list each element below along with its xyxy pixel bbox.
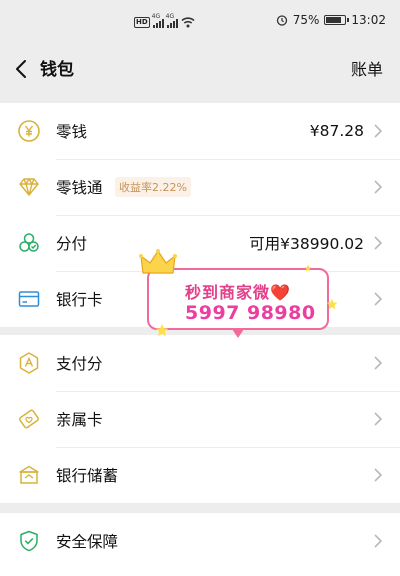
fenfu-icon [19, 233, 39, 252]
row-change[interactable]: 零钱 ¥87.28 [0, 103, 400, 159]
security-label: 安全保障 [56, 533, 119, 551]
row-security[interactable]: 安全保障 [0, 513, 400, 569]
bank-card-label: 银行卡 [56, 291, 103, 309]
battery-icon [324, 15, 350, 25]
row-savings[interactable]: 银行储蓄 [0, 447, 400, 503]
pay-score-icon [19, 352, 39, 374]
family-card-icon [19, 409, 39, 429]
pay-score-label: 支付分 [56, 355, 103, 373]
status-icons-left: HD 4G 4G [134, 13, 195, 28]
licaitong-label: 零钱通 [56, 179, 103, 197]
status-bar: HD 4G 4G 75% 13:02 [0, 0, 400, 40]
clock: 13:02 [351, 13, 386, 27]
diamond-icon [19, 178, 39, 196]
battery-percent: 75% [292, 13, 320, 27]
promo-banner: 秒到商家微❤️ 5997 98980 [147, 268, 329, 330]
yen-coin-icon [18, 120, 40, 142]
back-arrow-icon[interactable] [10, 57, 34, 81]
sparkle-star-icon [155, 323, 169, 337]
bill-button[interactable]: 账单 [351, 40, 383, 100]
change-label: 零钱 [56, 123, 88, 141]
signal-icon: 4G [152, 13, 164, 28]
row-family-card[interactable]: 亲属卡 [0, 391, 400, 447]
signal-icon-2: 4G [166, 13, 178, 28]
status-icons-right: 75% 13:02 [276, 13, 386, 27]
sparkle-star-icon [326, 298, 338, 310]
hd-indicator: HD [134, 17, 150, 28]
wallet-group-security: 安全保障 [0, 513, 400, 576]
sparkle-star-icon [304, 264, 312, 272]
yield-badge: 收益率2.22% [115, 177, 191, 197]
bank-card-icon [18, 291, 40, 307]
wallet-group-services: 支付分 亲属卡 银行储蓄 [0, 335, 400, 503]
chevron-right-icon [374, 236, 383, 250]
page-title: 钱包 [40, 60, 74, 80]
change-balance: ¥87.28 [309, 122, 364, 140]
chevron-right-icon [374, 180, 383, 194]
shield-icon [20, 530, 38, 552]
chevron-right-icon [374, 534, 383, 548]
promo-pointer [232, 329, 244, 338]
fenfu-available: 可用¥38990.02 [249, 235, 364, 253]
savings-label: 银行储蓄 [56, 467, 119, 485]
savings-icon [19, 465, 39, 484]
row-licaitong[interactable]: 零钱通 收益率2.22% [0, 159, 400, 215]
chevron-right-icon [374, 468, 383, 482]
chevron-right-icon [374, 292, 383, 306]
crown-icon [139, 249, 177, 274]
row-pay-score[interactable]: 支付分 [0, 335, 400, 391]
promo-line-1: 秒到商家微❤️ [185, 283, 291, 302]
wifi-icon [181, 17, 195, 28]
family-card-label: 亲属卡 [56, 411, 103, 429]
promo-line-2: 5997 98980 [185, 302, 316, 324]
chevron-right-icon [374, 356, 383, 370]
chevron-right-icon [374, 412, 383, 426]
fenfu-label: 分付 [56, 235, 88, 253]
alarm-icon [276, 15, 287, 26]
nav-header: 钱包 账单 [0, 40, 400, 100]
row-fenfu[interactable]: 分付 可用¥38990.02 [0, 215, 400, 271]
chevron-right-icon [374, 124, 383, 138]
